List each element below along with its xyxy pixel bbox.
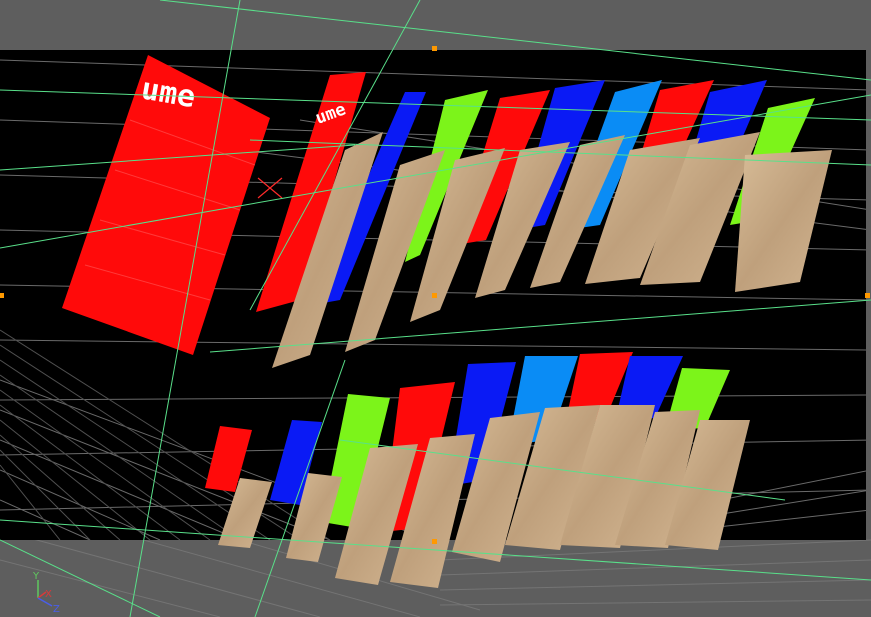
axis-z-label: Z xyxy=(53,604,60,615)
frame-handle-left[interactable] xyxy=(0,293,4,298)
frame-handle-bottom[interactable] xyxy=(432,539,437,544)
axis-y-label: Y xyxy=(32,571,40,582)
axis-x-label: X xyxy=(45,589,52,600)
frame-handle-center[interactable] xyxy=(432,293,437,298)
frame-handle-right[interactable] xyxy=(865,293,870,298)
3d-viewport[interactable]: ume ume Y X Z xyxy=(0,0,871,617)
frame-handle-top[interactable] xyxy=(432,46,437,51)
